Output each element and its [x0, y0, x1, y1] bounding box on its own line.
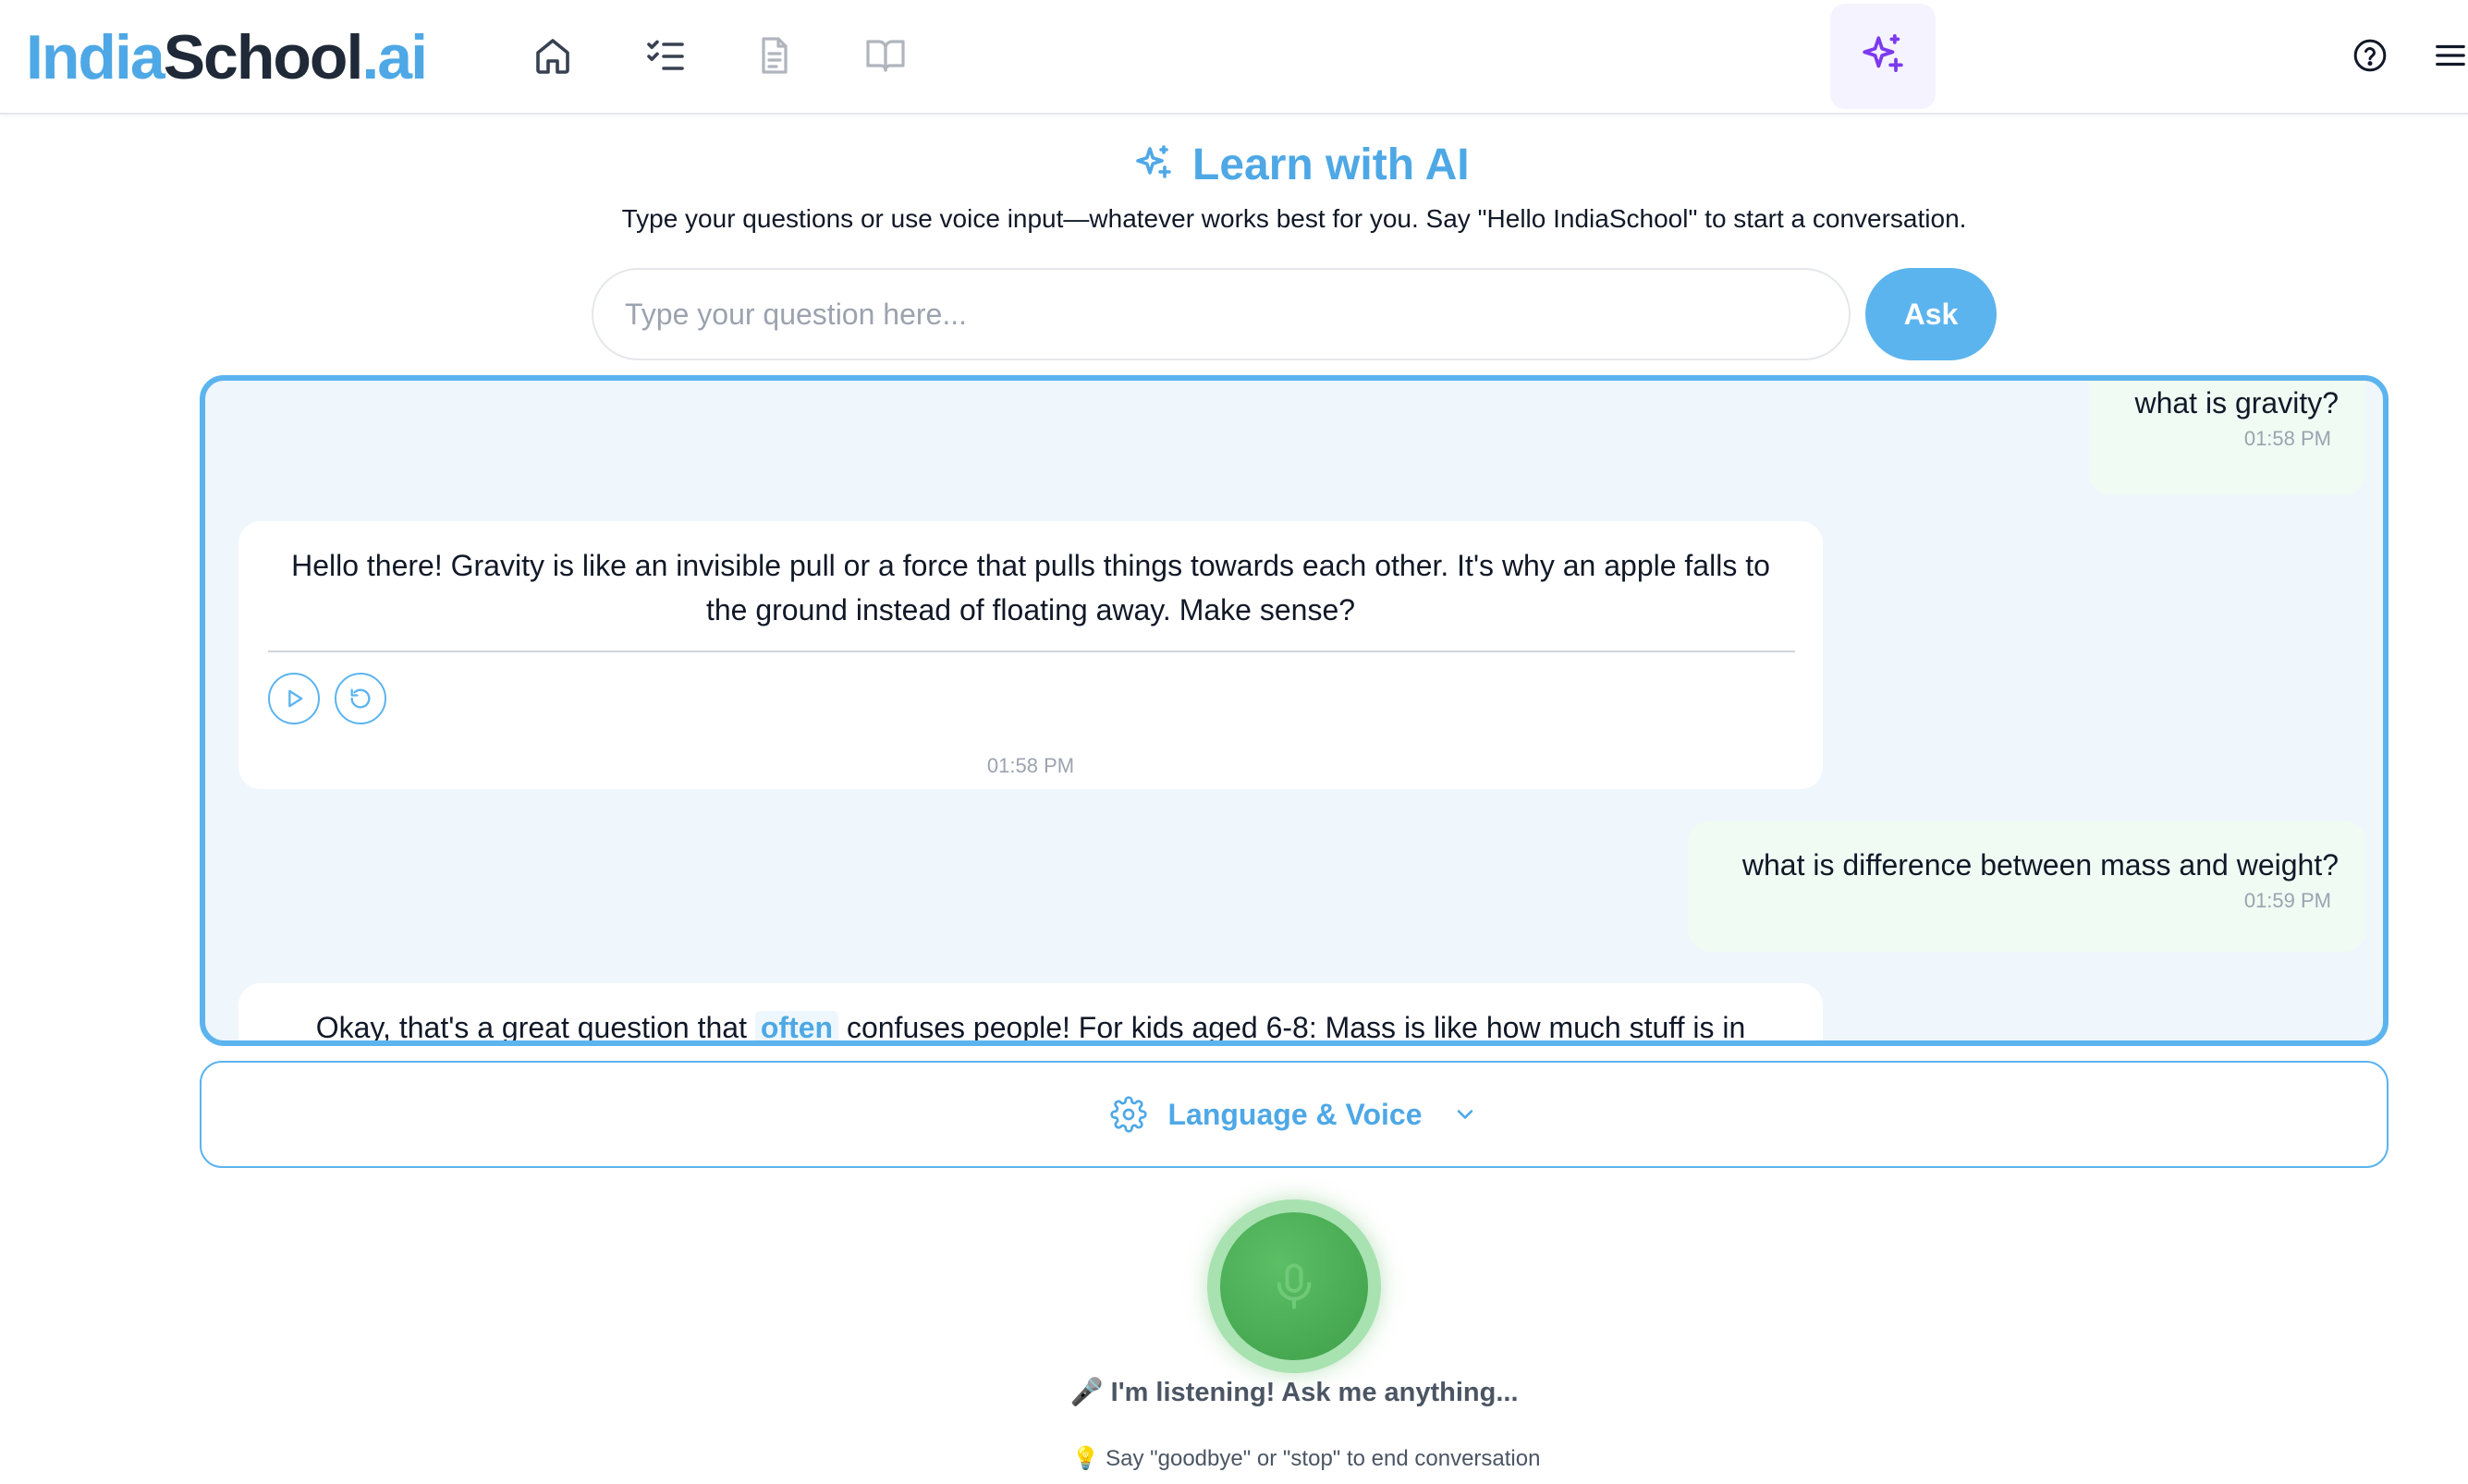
message-time: 01:58 PM	[986, 754, 1075, 777]
brand-part-ai: .ai	[361, 22, 428, 92]
book-icon[interactable]	[860, 30, 911, 81]
user-message: what is difference between mass and weig…	[1688, 821, 2366, 952]
document-icon[interactable]	[749, 30, 800, 81]
question-input[interactable]	[592, 268, 1851, 360]
highlighted-word: often	[754, 1011, 839, 1040]
menu-icon[interactable]	[2433, 37, 2468, 74]
listening-status: 🎤 I'm listening! Ask me anything...	[1069, 1378, 1519, 1407]
chat-panel[interactable]: what is gravity? 01:58 PM Hello there! G…	[200, 375, 2389, 1046]
checklist-icon[interactable]	[640, 30, 691, 81]
microphone-icon	[1277, 1263, 1312, 1309]
message-text: what is gravity?	[2134, 386, 2339, 420]
replay-audio-button[interactable]	[335, 673, 386, 724]
play-icon	[288, 689, 303, 708]
gear-icon	[1110, 1096, 1148, 1133]
home-icon[interactable]	[527, 30, 579, 81]
replay-icon	[350, 688, 371, 709]
message-time: 01:58 PM	[2243, 427, 2331, 450]
learn-with-ai-tab[interactable]	[1830, 4, 1936, 109]
top-navigation-bar: IndiaSchool.ai	[0, 0, 2468, 115]
user-message: what is gravity? 01:58 PM	[2089, 381, 2366, 495]
stop-conversation-hint: 💡 Say "goodbye" or "stop" to end convers…	[1071, 1446, 1541, 1471]
ai-message: Okay, that's a great question that often…	[238, 983, 1823, 1044]
page-title-text: Learn with AI	[1192, 140, 1470, 189]
page-title: Learn with AI	[1131, 135, 1470, 194]
brand-part-school: School	[163, 22, 364, 92]
ai-message: Hello there! Gravity is like an invisibl…	[238, 521, 1823, 789]
page-subtitle: Type your questions or use voice input—w…	[621, 204, 1967, 233]
play-audio-button[interactable]	[268, 673, 320, 724]
message-text: what is difference between mass and weig…	[1741, 848, 2339, 882]
brand-logo[interactable]: IndiaSchool.ai	[26, 20, 428, 94]
ask-button[interactable]: Ask	[1865, 268, 1997, 360]
language-voice-label: Language & Voice	[1167, 1097, 1423, 1131]
message-text: Hello there! Gravity is like an invisibl…	[291, 549, 1770, 626]
message-text-after: confuses people! For kids aged 6-8: Mass…	[846, 1011, 1746, 1044]
message-text-before: Okay, that's a great question that	[315, 1011, 747, 1044]
sparkles-icon	[1136, 145, 1171, 178]
message-time: 01:59 PM	[2243, 889, 2331, 912]
message-text: Okay, that's a great question that often…	[272, 1005, 1790, 1044]
help-icon[interactable]	[2352, 37, 2389, 74]
sparkles-icon	[1863, 33, 1903, 73]
language-voice-toggle[interactable]: Language & Voice	[200, 1061, 2389, 1168]
brand-part-india: India	[26, 22, 165, 92]
chevron-down-icon	[1457, 1110, 1472, 1119]
message-divider	[268, 651, 1795, 652]
microphone-button[interactable]	[1207, 1199, 1381, 1373]
microphone-button-inner[interactable]	[1220, 1212, 1368, 1360]
